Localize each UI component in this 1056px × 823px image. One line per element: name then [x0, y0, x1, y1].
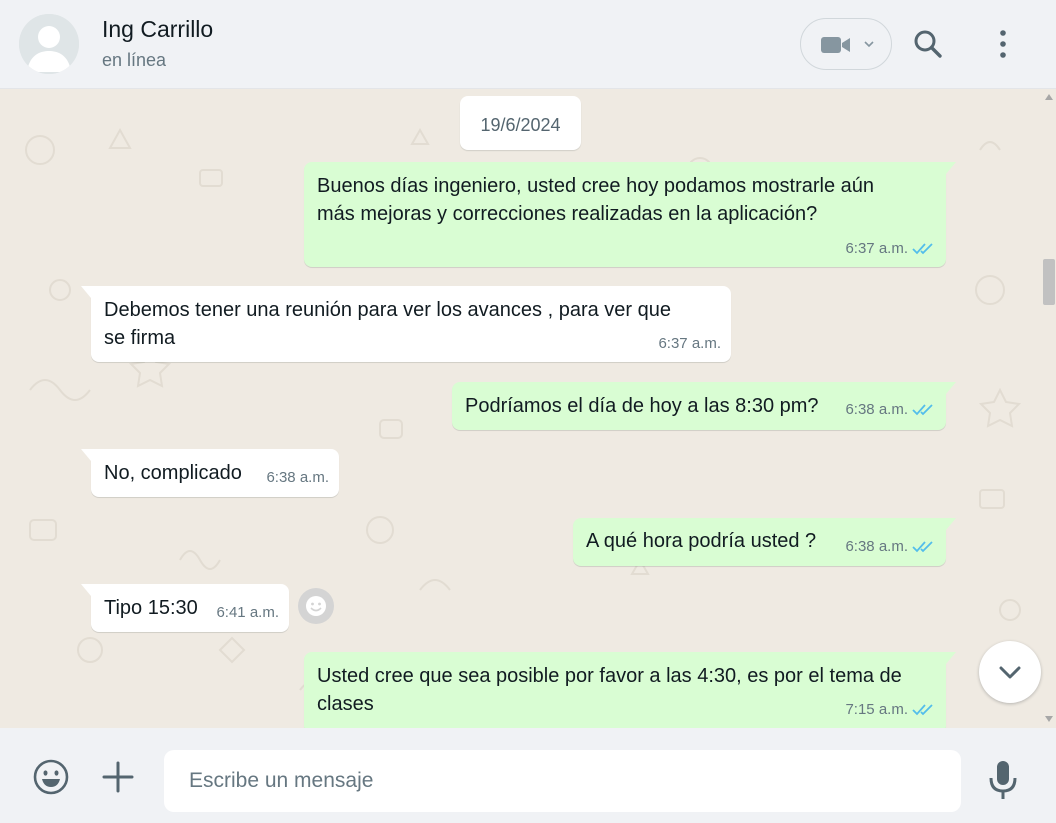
incoming-message[interactable]: Tipo 15:30 6:41 a.m. [81, 584, 289, 632]
scroll-up-arrow-icon[interactable] [1045, 94, 1053, 100]
contact-name[interactable]: Ing Carrillo [102, 16, 213, 43]
outgoing-message[interactable]: Usted cree que sea posible por favor a l… [304, 652, 956, 728]
microphone-icon [989, 761, 1017, 799]
message-meta: 6:41 a.m. [216, 599, 279, 627]
avatar[interactable] [19, 14, 79, 74]
emoji-button[interactable] [32, 758, 70, 796]
message-text-line: Podríamos el día de hoy a las 8:30 pm? [465, 395, 819, 417]
message-text-line: Debemos tener una reunión para ver los a… [104, 299, 672, 321]
message-meta: 6:38 a.m. [266, 464, 329, 492]
message-text-line: se firma [104, 327, 176, 349]
message-time: 6:37 a.m. [845, 240, 908, 257]
compose-bar [0, 728, 1056, 823]
outgoing-message[interactable]: A qué hora podría usted ? 6:38 a.m. [573, 518, 956, 566]
emoji-icon [33, 759, 69, 795]
incoming-message[interactable]: Debemos tener una reunión para ver los a… [81, 286, 731, 362]
double-check-read-icon [912, 541, 933, 553]
message-meta: 7:15 a.m. [845, 696, 936, 724]
smiley-icon [306, 596, 326, 616]
more-options-button[interactable] [990, 26, 1016, 62]
default-avatar-icon [19, 14, 79, 74]
message-text-line: Buenos días ingeniero, usted cree hoy po… [317, 175, 875, 197]
incoming-message[interactable]: No, complicado 6:38 a.m. [81, 449, 339, 497]
chevron-down-icon [864, 41, 874, 48]
message-time: 6:38 a.m. [266, 469, 329, 486]
scroll-to-bottom-button[interactable] [979, 641, 1041, 703]
double-check-read-icon [912, 404, 933, 416]
message-input[interactable] [164, 750, 961, 812]
message-list[interactable]: 19/6/2024 Buenos días ingeniero, usted c… [0, 90, 1042, 728]
message-meta: 6:38 a.m. [845, 533, 936, 561]
react-emoji-button[interactable] [298, 588, 334, 624]
chevron-down-icon [999, 666, 1021, 679]
scrollbar-thumb[interactable] [1043, 259, 1055, 305]
double-check-read-icon [912, 704, 933, 716]
double-check-read-icon [912, 243, 933, 255]
attach-plus-icon [102, 761, 134, 793]
chat-scrollbar[interactable] [1042, 90, 1056, 728]
message-text-line: clases [317, 693, 374, 715]
message-text-line: No, complicado [104, 462, 242, 484]
chat-header[interactable]: Ing Carrillo en línea [0, 0, 1056, 89]
attach-button[interactable] [101, 760, 135, 794]
search-icon [914, 30, 942, 58]
message-time: 7:15 a.m. [845, 701, 908, 718]
date-chip: 19/6/2024 [460, 96, 581, 150]
more-options-icon [1000, 30, 1006, 58]
search-button[interactable] [908, 25, 948, 65]
message-time: 6:37 a.m. [658, 335, 721, 352]
outgoing-message[interactable]: Buenos días ingeniero, usted cree hoy po… [304, 162, 956, 267]
message-time: 6:38 a.m. [845, 538, 908, 555]
scroll-down-arrow-icon[interactable] [1045, 716, 1053, 722]
voice-message-button[interactable] [986, 758, 1020, 802]
message-text-line: A qué hora podría usted ? [586, 530, 817, 552]
message-time: 6:41 a.m. [216, 604, 279, 621]
message-meta: 6:37 a.m. [658, 330, 721, 358]
contact-status: en línea [102, 50, 167, 70]
message-text-line: Tipo 15:30 [104, 597, 198, 619]
video-call-icon [821, 37, 850, 53]
video-call-button[interactable] [800, 18, 892, 70]
message-text-line: Usted cree que sea posible por favor a l… [317, 665, 902, 687]
outgoing-message[interactable]: Podríamos el día de hoy a las 8:30 pm? 6… [452, 382, 956, 430]
message-meta: 6:38 a.m. [845, 396, 936, 424]
message-time: 6:38 a.m. [845, 401, 908, 418]
message-meta: 6:37 a.m. [845, 235, 936, 263]
message-text-line: más mejoras y correcciones realizadas en… [317, 203, 818, 225]
